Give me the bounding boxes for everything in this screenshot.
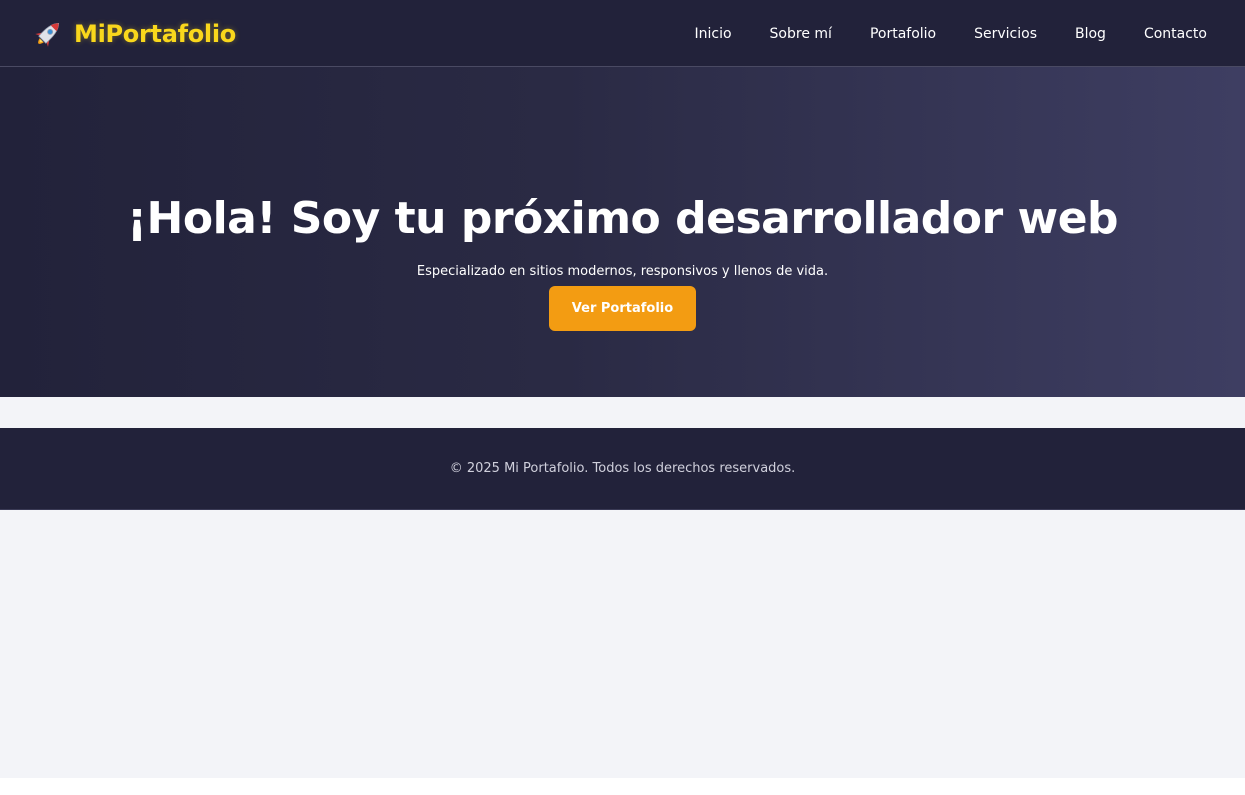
nav-link-portafolio[interactable]: Portafolio [870,26,936,42]
hero-subtitle: Especializado en sitios modernos, respon… [416,264,829,279]
page: MiPortafolio Inicio Sobre mí Portafolio … [0,0,1245,778]
nav-link-inicio[interactable]: Inicio [695,26,732,42]
nav-link-servicios[interactable]: Servicios [974,26,1037,42]
bottom-margin [0,778,1245,795]
nav-link-blog[interactable]: Blog [1075,26,1106,42]
hero-section: ¡Hola! Soy tu próximo desarrollador web … [0,67,1245,397]
site-header: MiPortafolio Inicio Sobre mí Portafolio … [0,0,1245,67]
hero-title: ¡Hola! Soy tu próximo desarrollador web [126,193,1119,244]
brand-logo-link[interactable]: MiPortafolio [30,16,236,52]
footer-copyright: © 2025 Mi Portafolio. Todos los derechos… [449,461,796,476]
rocket-icon [35,22,60,47]
view-portfolio-button[interactable]: Ver Portafolio [549,286,696,331]
main-nav: Inicio Sobre mí Portafolio Servicios Blo… [695,0,1208,67]
brand-name: MiPortafolio [74,20,236,48]
nav-link-contacto[interactable]: Contacto [1144,26,1207,42]
nav-link-sobre-mi[interactable]: Sobre mí [770,26,832,42]
site-footer: © 2025 Mi Portafolio. Todos los derechos… [0,428,1245,510]
